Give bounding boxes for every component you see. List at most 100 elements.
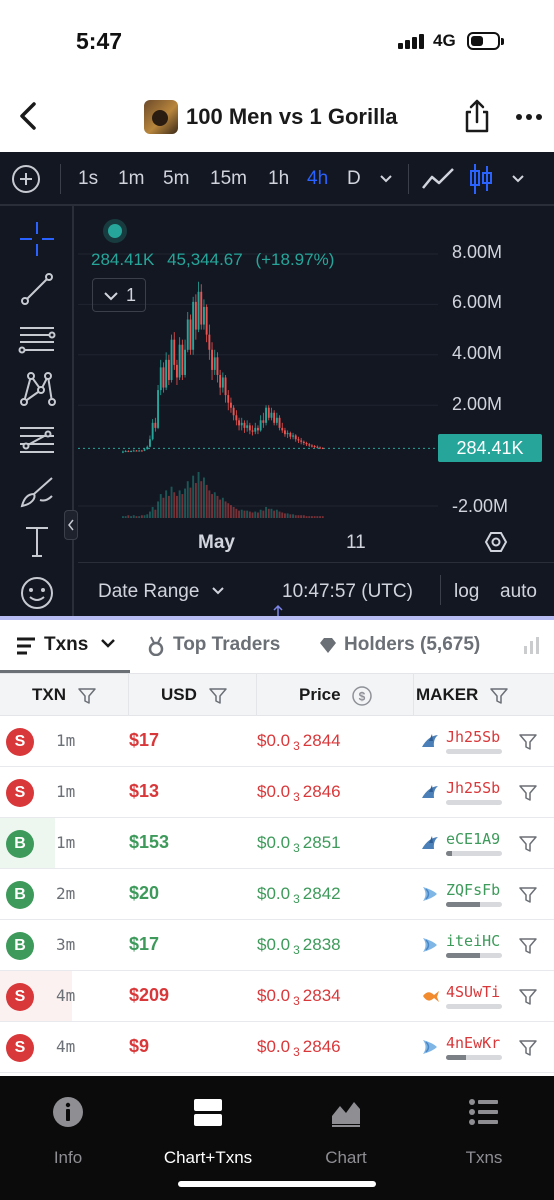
txn-row[interactable]: B 3m $17 $0.0 3 2838 iteiHC — [0, 920, 554, 971]
txn-row[interactable]: B 1m $153 $0.0 3 2851 eCE1A9 — [0, 818, 554, 869]
text-tool[interactable] — [18, 522, 56, 560]
txn-usd: $13 — [129, 781, 160, 801]
volume-bar — [149, 511, 151, 518]
log-scale-toggle[interactable]: log — [454, 581, 479, 603]
filter-icon[interactable] — [518, 885, 538, 905]
candle-body — [232, 407, 235, 416]
volume-bar — [167, 495, 170, 518]
projection-tool[interactable] — [18, 420, 56, 458]
emoji-tool[interactable] — [18, 574, 56, 612]
chart-type-dropdown[interactable] — [510, 170, 526, 186]
volume-bar — [284, 513, 286, 518]
pattern-tool[interactable] — [18, 370, 56, 408]
txn-row[interactable]: S 1m $13 $0.0 3 2846 Jh25Sb — [0, 767, 554, 818]
candle-body — [170, 339, 173, 380]
filter-icon[interactable] — [489, 687, 509, 705]
footer-divider — [440, 575, 441, 605]
column-txn[interactable]: TXN — [0, 674, 129, 716]
candle-body — [149, 439, 151, 447]
candle-body — [251, 430, 254, 432]
crosshair-tool[interactable] — [18, 220, 56, 258]
auto-scale-toggle[interactable]: auto — [500, 581, 537, 603]
volume-bar — [254, 511, 257, 518]
maker-address-link[interactable]: Jh25Sb — [446, 728, 500, 746]
candle-body — [297, 439, 300, 441]
chevron-down-icon — [100, 639, 115, 648]
maker-address-link[interactable]: ZQFsFb — [446, 881, 500, 899]
interval-1h[interactable]: 1h — [268, 168, 289, 190]
txn-row[interactable]: B 2m $20 $0.0 3 2842 ZQFsFb — [0, 869, 554, 920]
maker-address-link[interactable]: Jh25Sb — [446, 779, 500, 797]
volume-bar — [176, 495, 178, 518]
volume-bar — [170, 486, 173, 518]
column-usd-label: USD — [161, 685, 197, 704]
maker-address-link[interactable]: iteiHC — [446, 932, 500, 950]
maker-holding-bar — [446, 1055, 502, 1060]
back-button[interactable] — [12, 98, 46, 134]
txn-row[interactable]: S 4m $209 $0.0 3 2834 4SUwTi — [0, 971, 554, 1022]
candle-chart-type-button[interactable] — [466, 161, 496, 197]
dollar-circle-icon[interactable]: $ — [351, 685, 373, 707]
volume-bar — [132, 515, 135, 518]
interval-15m[interactable]: 15m — [210, 168, 247, 190]
nav-chart[interactable]: Chart — [286, 1092, 406, 1172]
filter-icon[interactable] — [77, 687, 97, 705]
maker-address-link[interactable]: 4SUwTi — [446, 983, 500, 1001]
tab-holders[interactable]: Holders (5,675) — [344, 634, 480, 656]
tab-txns[interactable]: Txns — [44, 634, 116, 656]
filter-icon[interactable] — [518, 732, 538, 752]
maker-address-link[interactable]: 4nEwKr — [446, 1034, 500, 1052]
add-indicator-button[interactable] — [12, 165, 40, 193]
nav-chart-txns[interactable]: Chart+Txns — [148, 1092, 268, 1172]
maker-address-link[interactable]: eCE1A9 — [446, 830, 500, 848]
svg-text:$: $ — [359, 689, 366, 703]
price-chart[interactable]: 284.41K 45,344.67 (+18.97%) 1 8.00M 6.00… — [78, 206, 554, 616]
interval-1m[interactable]: 1m — [118, 168, 144, 190]
volume-bar — [216, 495, 219, 518]
price-prefix: $0.0 — [257, 833, 291, 852]
column-maker[interactable]: MAKER — [414, 674, 554, 716]
nav-txns[interactable]: Txns — [424, 1092, 544, 1172]
date-range-button[interactable]: Date Range — [98, 581, 225, 603]
candle-body — [246, 425, 249, 428]
txn-row[interactable]: S 4m $9 $0.0 3 2846 4nEwKr — [0, 1022, 554, 1073]
filter-icon[interactable] — [518, 834, 538, 854]
interval-4h[interactable]: 4h — [307, 168, 328, 190]
volume-bar — [192, 475, 195, 518]
volume-bar — [135, 516, 138, 518]
price-prefix: $0.0 — [257, 782, 291, 801]
txn-row[interactable]: S 1m $17 $0.0 3 2844 Jh25Sb — [0, 716, 554, 767]
trendline-tool[interactable] — [18, 270, 56, 308]
volume-bar — [189, 487, 192, 518]
share-button[interactable] — [460, 98, 494, 134]
column-price[interactable]: Price $ — [257, 674, 414, 716]
brush-tool[interactable] — [18, 472, 56, 510]
toolbar-collapse-handle[interactable] — [64, 510, 78, 540]
interval-1s[interactable]: 1s — [78, 168, 98, 190]
candle-body — [227, 395, 230, 403]
interval-5m[interactable]: 5m — [163, 168, 189, 190]
filter-icon[interactable] — [518, 936, 538, 956]
filter-icon[interactable] — [518, 1038, 538, 1058]
txn-price: $0.0 3 2842 — [257, 884, 341, 906]
candle-body — [235, 415, 238, 421]
filter-icon[interactable] — [208, 687, 228, 705]
filter-icon[interactable] — [518, 783, 538, 803]
interval-d[interactable]: D — [347, 168, 361, 190]
indicator-toggle[interactable]: 1 — [92, 278, 146, 312]
fib-tool[interactable] — [18, 320, 56, 358]
filter-icon[interactable] — [518, 987, 538, 1007]
txn-price: $0.0 3 2851 — [257, 833, 341, 855]
volume-bar — [257, 512, 259, 518]
candle-body — [300, 440, 303, 442]
line-chart-type-button[interactable] — [420, 162, 456, 196]
price-digits: 2838 — [302, 935, 341, 954]
projection-icon — [20, 427, 54, 453]
maker-holding-fill — [446, 902, 480, 907]
chart-settings-button[interactable] — [484, 530, 508, 554]
nav-info[interactable]: Info — [8, 1092, 128, 1172]
column-usd[interactable]: USD — [129, 674, 257, 716]
more-button[interactable] — [514, 102, 544, 132]
interval-dropdown[interactable] — [378, 170, 394, 186]
tab-top-traders[interactable]: Top Traders — [173, 634, 280, 656]
